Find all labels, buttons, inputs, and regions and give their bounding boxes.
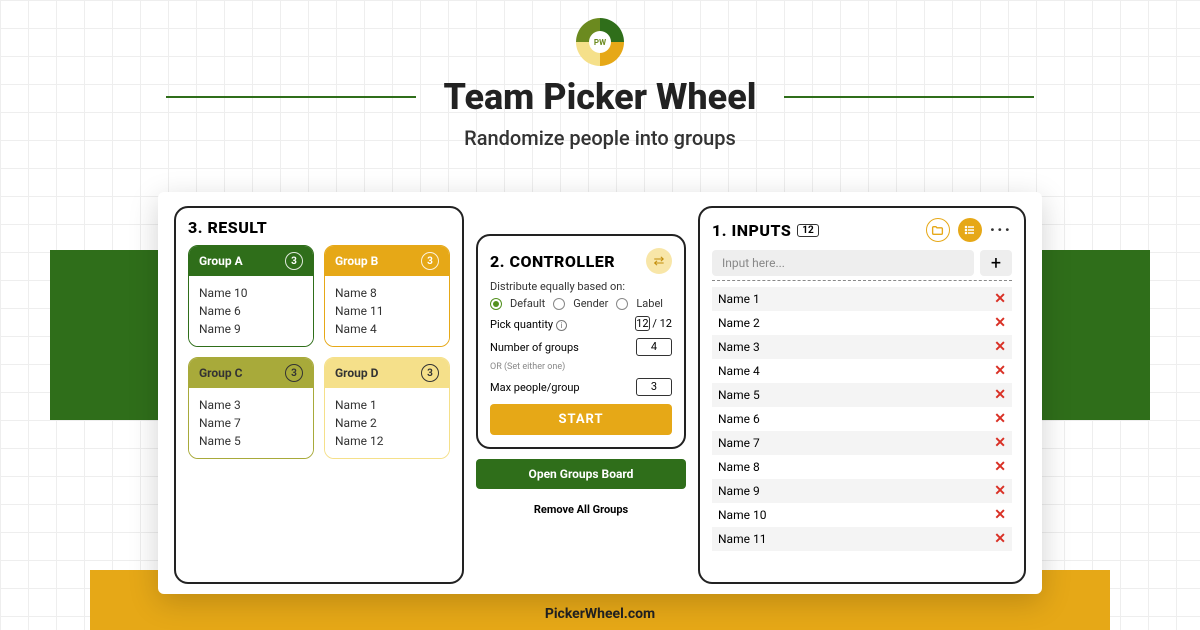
result-heading: 3. RESULT: [188, 218, 450, 237]
folder-icon[interactable]: [926, 218, 950, 242]
list-item[interactable]: Name 1 ✕: [712, 287, 1012, 311]
delete-icon[interactable]: ✕: [994, 411, 1006, 427]
list-item[interactable]: Name 8 ✕: [712, 455, 1012, 479]
radio-gender-label: Gender: [573, 297, 608, 310]
decor-line-right: [784, 96, 1034, 98]
list-item-label: Name 10: [718, 508, 766, 522]
group-a-member: Name 10: [199, 284, 303, 302]
delete-icon[interactable]: ✕: [994, 363, 1006, 379]
inputs-panel: 1. INPUTS 12 ··· Input here... + Name 1 ✕…: [698, 206, 1026, 584]
name-input[interactable]: Input here...: [712, 250, 974, 276]
group-a-title: Group A: [199, 254, 243, 268]
list-item[interactable]: Name 11 ✕: [712, 527, 1012, 551]
radio-default[interactable]: [490, 298, 502, 310]
delete-icon[interactable]: ✕: [994, 435, 1006, 451]
inputs-count-badge: 12: [797, 224, 818, 237]
list-item[interactable]: Name 10 ✕: [712, 503, 1012, 527]
delete-icon[interactable]: ✕: [994, 507, 1006, 523]
list-item-label: Name 6: [718, 412, 760, 426]
radio-label-label: Label: [636, 297, 663, 310]
radio-gender[interactable]: [553, 298, 565, 310]
group-a-count: 3: [285, 252, 303, 270]
num-groups-label: Number of groups: [490, 341, 579, 354]
brand-logo: PW: [576, 18, 624, 66]
group-b: Group B 3 Name 8 Name 11 Name 4: [324, 245, 450, 347]
max-people-input[interactable]: 3: [636, 378, 672, 396]
or-hint: OR (Set either one): [490, 362, 672, 372]
group-c-title: Group C: [199, 366, 242, 380]
page-subtitle: Randomize people into groups: [0, 126, 1200, 150]
add-button[interactable]: +: [980, 250, 1012, 276]
max-people-label: Max people/group: [490, 381, 580, 394]
pick-quantity-total: / 12: [652, 317, 672, 330]
list-item[interactable]: Name 3 ✕: [712, 335, 1012, 359]
info-icon[interactable]: i: [556, 320, 567, 331]
group-b-count: 3: [421, 252, 439, 270]
group-a-member: Name 6: [199, 302, 303, 320]
list-item-label: Name 3: [718, 340, 760, 354]
delete-icon[interactable]: ✕: [994, 339, 1006, 355]
brand-logo-badge: PW: [589, 31, 611, 53]
group-d-member: Name 12: [335, 432, 439, 450]
controller-heading: 2. CONTROLLER: [490, 252, 615, 271]
start-button[interactable]: START: [490, 404, 672, 435]
list-item-label: Name 2: [718, 316, 760, 330]
page-title: Team Picker Wheel: [444, 76, 757, 118]
controller-panel: 2. CONTROLLER ⇄ Distribute equally based…: [476, 234, 686, 449]
delete-icon[interactable]: ✕: [994, 315, 1006, 331]
group-d-title: Group D: [335, 366, 378, 380]
list-item-label: Name 4: [718, 364, 760, 378]
radio-default-label: Default: [510, 297, 545, 310]
list-item-label: Name 9: [718, 484, 760, 498]
list-item[interactable]: Name 9 ✕: [712, 479, 1012, 503]
group-c: Group C 3 Name 3 Name 7 Name 5: [188, 357, 314, 459]
group-c-member: Name 5: [199, 432, 303, 450]
group-a: Group A 3 Name 10 Name 6 Name 9: [188, 245, 314, 347]
num-groups-input[interactable]: 4: [636, 338, 672, 356]
app-canvas: 3. RESULT Group A 3 Name 10 Name 6 Name 9…: [158, 192, 1042, 594]
list-item-label: Name 7: [718, 436, 760, 450]
group-b-member: Name 4: [335, 320, 439, 338]
group-b-title: Group B: [335, 254, 378, 268]
pick-quantity-input[interactable]: 12: [635, 316, 649, 331]
decor-line-left: [166, 96, 416, 98]
pick-quantity-label: Pick quantity: [490, 318, 553, 331]
group-d: Group D 3 Name 1 Name 2 Name 12: [324, 357, 450, 459]
remove-all-groups-button[interactable]: Remove All Groups: [476, 499, 686, 520]
list-item[interactable]: Name 7 ✕: [712, 431, 1012, 455]
open-groups-board-button[interactable]: Open Groups Board: [476, 459, 686, 489]
radio-label[interactable]: [616, 298, 628, 310]
footer-brand: PickerWheel.com: [0, 606, 1200, 622]
distribute-label: Distribute equally based on:: [490, 280, 672, 293]
group-d-member: Name 1: [335, 396, 439, 414]
list-item[interactable]: Name 4 ✕: [712, 359, 1012, 383]
list-item[interactable]: Name 6 ✕: [712, 407, 1012, 431]
delete-icon[interactable]: ✕: [994, 387, 1006, 403]
inputs-list: Name 1✕Name 2✕Name 3✕Name 4✕Name 5✕Name …: [712, 287, 1012, 551]
group-c-member: Name 3: [199, 396, 303, 414]
inputs-heading: 1. INPUTS: [712, 221, 791, 240]
list-item[interactable]: Name 2 ✕: [712, 311, 1012, 335]
list-icon[interactable]: [958, 218, 982, 242]
group-b-member: Name 8: [335, 284, 439, 302]
delete-icon[interactable]: ✕: [994, 483, 1006, 499]
group-a-member: Name 9: [199, 320, 303, 338]
list-item[interactable]: Name 5 ✕: [712, 383, 1012, 407]
group-c-count: 3: [285, 364, 303, 382]
result-panel: 3. RESULT Group A 3 Name 10 Name 6 Name 9…: [174, 206, 464, 584]
list-item-label: Name 11: [718, 532, 766, 546]
shuffle-icon[interactable]: ⇄: [646, 248, 672, 274]
group-d-member: Name 2: [335, 414, 439, 432]
group-c-member: Name 7: [199, 414, 303, 432]
delete-icon[interactable]: ✕: [994, 531, 1006, 547]
group-b-member: Name 11: [335, 302, 439, 320]
more-icon[interactable]: ···: [990, 220, 1012, 241]
delete-icon[interactable]: ✕: [994, 459, 1006, 475]
group-d-count: 3: [421, 364, 439, 382]
separator: [712, 280, 1012, 281]
list-item-label: Name 1: [718, 292, 760, 306]
delete-icon[interactable]: ✕: [994, 291, 1006, 307]
list-item-label: Name 5: [718, 388, 760, 402]
list-item-label: Name 8: [718, 460, 760, 474]
